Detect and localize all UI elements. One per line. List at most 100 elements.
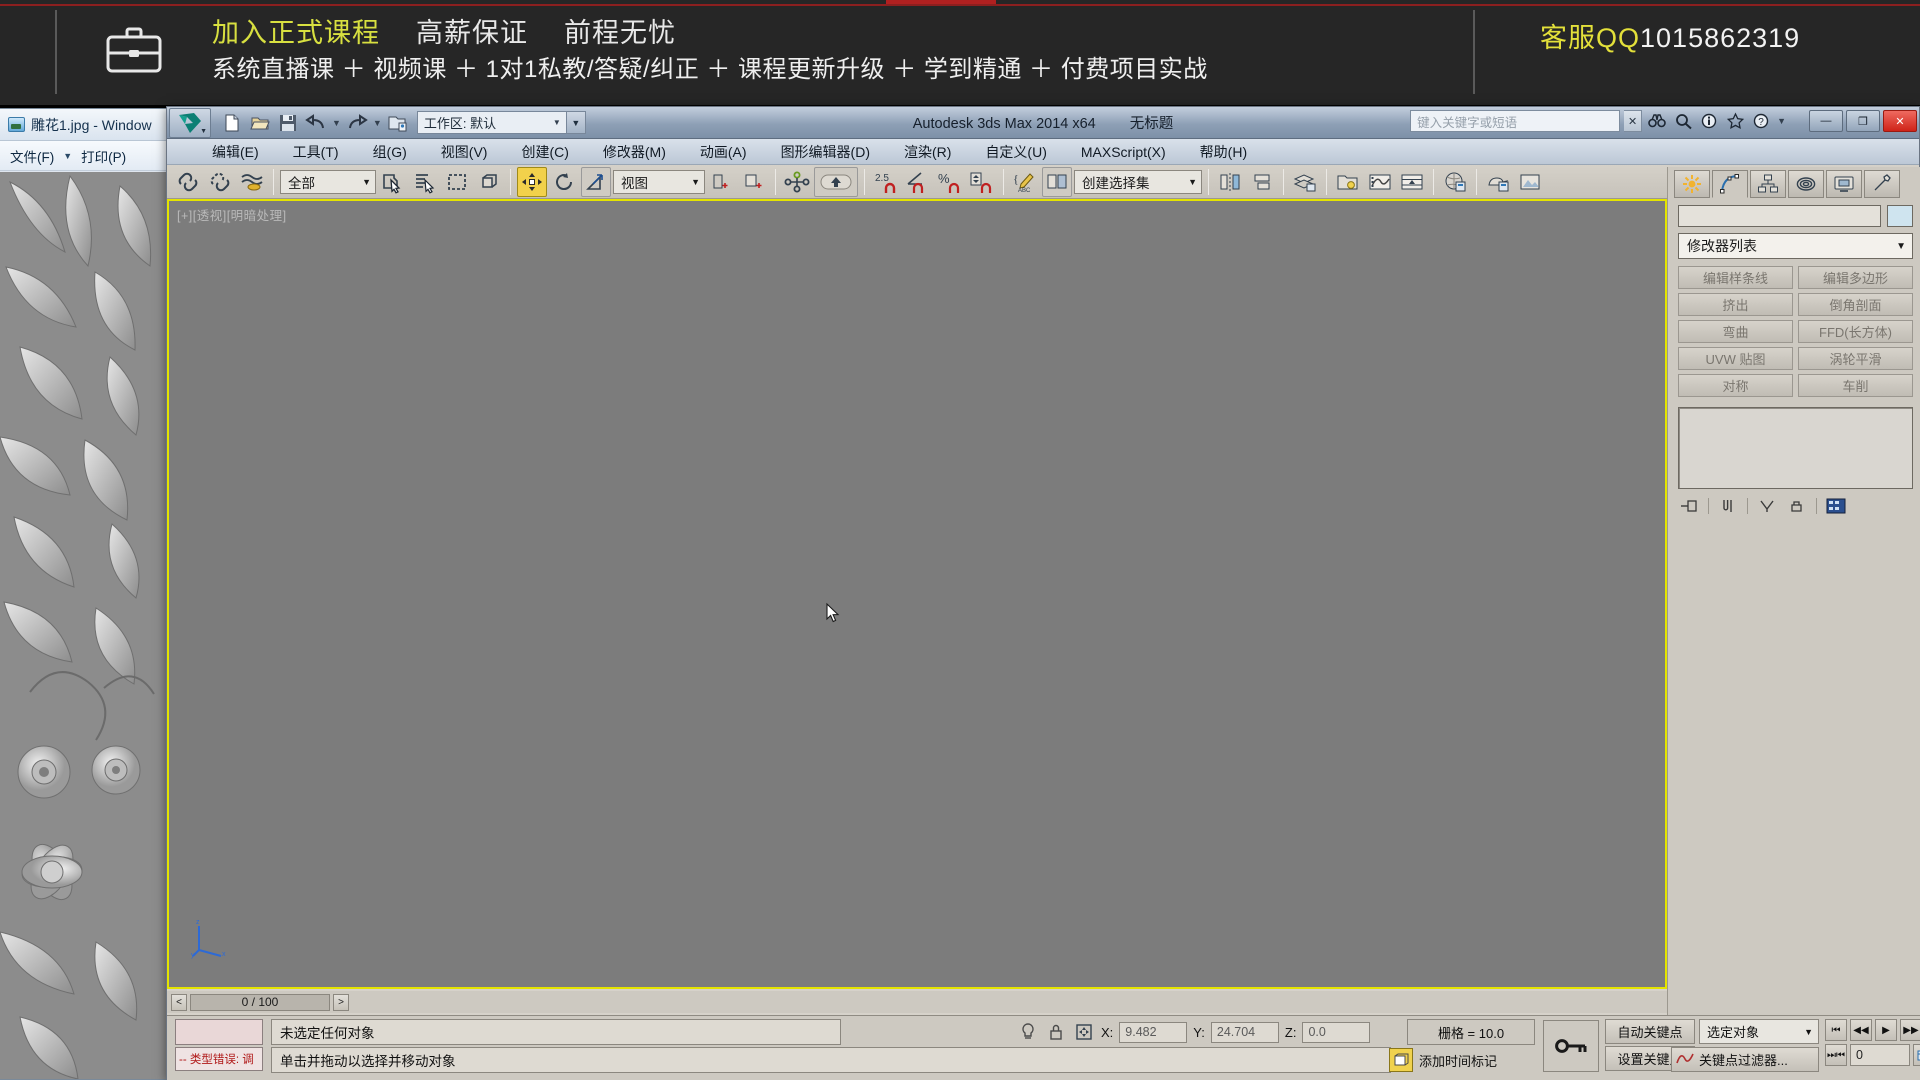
add-time-tag-label[interactable]: 添加时间标记 <box>1419 1051 1497 1070</box>
tab-hierarchy[interactable] <box>1750 170 1786 198</box>
chevron-down-icon[interactable]: ▼ <box>200 128 207 135</box>
menu-help[interactable]: 帮助(H) <box>1183 140 1264 164</box>
select-object-icon[interactable] <box>378 167 408 197</box>
select-and-link-icon[interactable] <box>173 167 203 197</box>
render-setup-icon[interactable] <box>1483 167 1513 197</box>
snaps-toggle-icon[interactable]: 2.5 <box>871 167 901 197</box>
menu-modifiers[interactable]: 修改器(M) <box>586 140 683 164</box>
named-selection-sets-combo[interactable]: 创建选择集 ▼ <box>1074 169 1202 194</box>
modifier-uvw-map[interactable]: UVW 贴图 <box>1678 347 1793 370</box>
chevron-down-icon[interactable]: ▼ <box>1804 1027 1813 1037</box>
undo-dropdown-icon[interactable]: ▼ <box>331 118 342 128</box>
manipulate-button-icon[interactable] <box>814 166 858 197</box>
playback-row-top[interactable]: ⏮ ◀◀ ▶ ▶▶ ⏭ <box>1825 1019 1920 1041</box>
go-to-start-icon[interactable]: ⏮ <box>1825 1019 1847 1041</box>
search-clear-button[interactable]: ✕ <box>1624 110 1643 132</box>
workspace-dropdown-button[interactable]: ▼ <box>566 111 586 134</box>
new-file-icon[interactable] <box>219 110 245 136</box>
next-frame-icon[interactable]: ▶▶ <box>1900 1019 1920 1041</box>
image-viewer-titlebar[interactable]: 雕花1.jpg - Window <box>0 109 171 141</box>
chevron-down-icon[interactable]: ▼ <box>1188 177 1197 187</box>
selection-filter-combo[interactable]: 全部 ▼ <box>280 169 376 194</box>
timeline-range[interactable]: 0 / 100 <box>190 993 330 1011</box>
image-viewer-window[interactable]: 雕花1.jpg - Window 文件(F) ▼ 打印(P) <box>0 108 172 1080</box>
workspace-selector[interactable]: 工作区: 默认 ▼ ▼ <box>416 111 586 135</box>
maximize-button[interactable]: ❐ <box>1846 110 1880 132</box>
light-lister-icon[interactable] <box>1333 167 1363 197</box>
current-frame-field[interactable]: 0 <box>1850 1044 1910 1066</box>
menu-maxscript[interactable]: MAXScript(X) <box>1064 142 1183 162</box>
time-tag-area[interactable]: 添加时间标记 <box>1389 1047 1535 1073</box>
save-file-icon[interactable] <box>275 110 301 136</box>
playback-row-bottom[interactable]: ⏭⏮ 0 <box>1825 1044 1920 1066</box>
bind-to-space-warp-icon[interactable] <box>237 167 267 197</box>
coord-x-field[interactable]: 9.482 <box>1119 1021 1188 1043</box>
menu-create[interactable]: 创建(C) <box>504 140 585 164</box>
auto-key-button[interactable]: 自动关键点 <box>1605 1019 1695 1044</box>
use-selection-center-icon[interactable] <box>739 167 769 197</box>
previous-frame-icon[interactable]: ◀◀ <box>1850 1019 1872 1041</box>
key-filters-button[interactable]: 关键点过滤器... <box>1671 1047 1819 1072</box>
window-crossing-toggle-icon[interactable] <box>474 167 504 197</box>
modifier-bend[interactable]: 弯曲 <box>1678 320 1793 343</box>
maxscript-listener-input[interactable] <box>175 1019 263 1045</box>
maxscript-error-message[interactable]: -- 类型错误: 调 <box>175 1047 263 1071</box>
key-mode-toggle-icon[interactable]: ⏭⏮ <box>1825 1044 1847 1066</box>
tab-create[interactable] <box>1674 170 1710 198</box>
modifier-ffd-box[interactable]: FFD(长方体) <box>1798 320 1913 343</box>
angle-snap-toggle-icon[interactable] <box>903 167 933 197</box>
align-icon[interactable] <box>1247 167 1277 197</box>
isolate-selection-icon[interactable] <box>1017 1021 1039 1043</box>
search-icon[interactable] <box>1672 110 1694 132</box>
modifier-symmetry[interactable]: 对称 <box>1678 374 1793 397</box>
play-animation-icon[interactable]: ▶ <box>1875 1019 1897 1041</box>
object-name-field[interactable] <box>1678 205 1881 227</box>
coord-y-field[interactable]: 24.704 <box>1210 1021 1279 1043</box>
command-panel-tabs[interactable] <box>1668 167 1920 199</box>
modifier-buttons-grid[interactable]: 编辑样条线 编辑多边形 挤出 倒角剖面 弯曲 FFD(长方体) UVW 贴图 涡… <box>1678 266 1913 397</box>
close-button[interactable]: ✕ <box>1883 110 1917 132</box>
chevron-down-icon[interactable]: ▼ <box>691 177 700 187</box>
menu-group[interactable]: 组(G) <box>356 140 424 164</box>
time-configuration-icon[interactable] <box>1913 1044 1920 1066</box>
reference-coordinate-combo[interactable]: 视图 ▼ <box>613 169 705 194</box>
undo-icon[interactable] <box>303 110 329 136</box>
curve-editor-icon[interactable] <box>1365 167 1395 197</box>
mirror-objects-icon[interactable] <box>1215 167 1245 197</box>
rendered-frame-window-icon[interactable] <box>1515 167 1545 197</box>
object-name-row[interactable] <box>1668 199 1920 227</box>
project-folder-icon[interactable] <box>385 110 411 136</box>
binoculars-icon[interactable] <box>1646 110 1668 132</box>
schematic-view-icon[interactable] <box>1397 167 1427 197</box>
window-controls[interactable]: — ❐ ✕ <box>1809 110 1917 132</box>
image-viewer-menu-file[interactable]: 文件(F) <box>5 143 59 169</box>
rectangular-selection-region-icon[interactable] <box>442 167 472 197</box>
modifier-stack-list[interactable] <box>1678 407 1913 489</box>
open-file-icon[interactable] <box>247 110 273 136</box>
tab-utilities[interactable] <box>1864 170 1900 198</box>
tab-display[interactable] <box>1826 170 1862 198</box>
info-icon[interactable] <box>1698 110 1720 132</box>
modifier-edit-spline[interactable]: 编辑样条线 <box>1678 266 1793 289</box>
chevron-down-icon[interactable]: ▼ <box>63 151 72 161</box>
menu-graph-editors[interactable]: 图形编辑器(D) <box>764 140 887 164</box>
viewport-label[interactable]: [+][透视][明暗处理] <box>177 205 287 224</box>
use-pivot-point-center-icon[interactable] <box>707 167 737 197</box>
viewport[interactable]: [+][透视][明暗处理] z x y <box>167 199 1667 989</box>
search-area[interactable]: 键入关键字或短语 ✕ ? ▼ <box>1410 110 1787 132</box>
remove-modifier-icon[interactable] <box>1786 496 1808 516</box>
image-viewer-menu-print[interactable]: 打印(P) <box>76 143 131 169</box>
max-main-toolbar[interactable]: 全部 ▼ 视图 ▼ 2.5 % {ABC 创建选择集 ▼ <box>167 165 1919 199</box>
object-color-swatch[interactable] <box>1887 205 1913 227</box>
chevron-down-icon[interactable]: ▼ <box>1896 241 1906 252</box>
align-pivot-icon[interactable] <box>782 167 812 197</box>
pin-stack-icon[interactable] <box>1678 496 1700 516</box>
redo-dropdown-icon[interactable]: ▼ <box>372 118 383 128</box>
menu-tools[interactable]: 工具(T) <box>276 140 356 164</box>
absolute-relative-toggle-icon[interactable] <box>1073 1021 1095 1043</box>
material-editor-icon[interactable] <box>1440 167 1470 197</box>
minimize-button[interactable]: — <box>1809 110 1843 132</box>
edit-named-selection-icon[interactable]: {ABC <box>1010 167 1040 197</box>
percent-snap-toggle-icon[interactable]: % <box>935 167 965 197</box>
menu-rendering[interactable]: 渲染(R) <box>887 140 968 164</box>
